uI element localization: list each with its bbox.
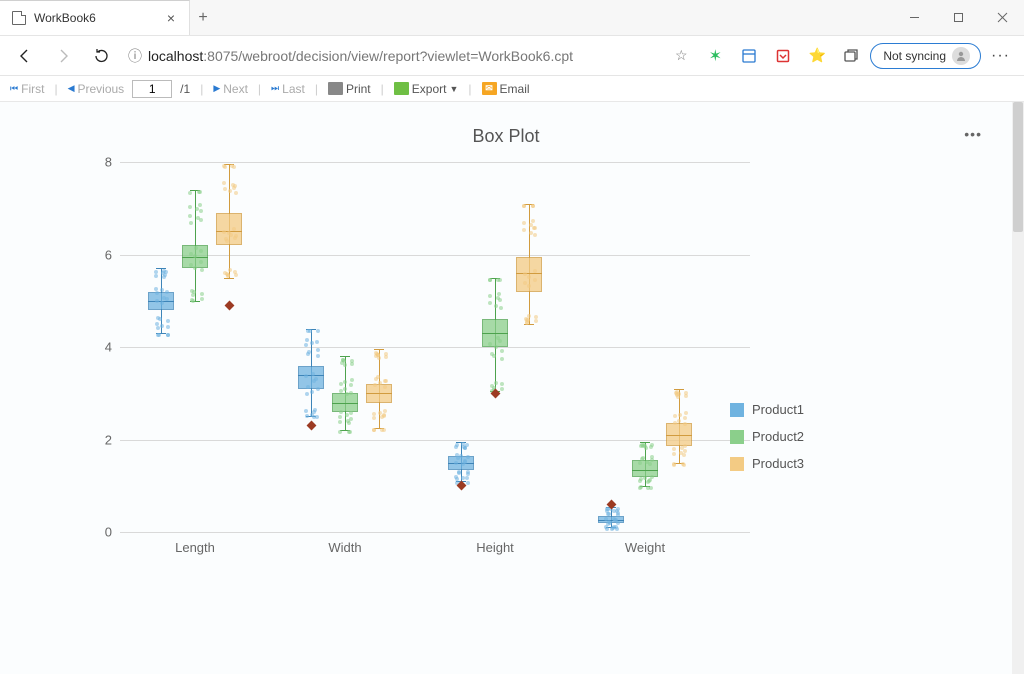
email-button[interactable]: ✉Email [478, 82, 534, 96]
box-Product3-Height[interactable] [516, 162, 542, 532]
window-controls [892, 0, 1024, 35]
previous-page-button[interactable]: ◀Previous [64, 82, 129, 96]
y-axis-tick: 2 [105, 432, 120, 447]
legend-label: Product3 [752, 456, 804, 471]
next-icon: ▶ [213, 83, 220, 94]
collections-icon[interactable] [836, 41, 866, 71]
box-Product2-Length[interactable] [182, 162, 208, 532]
box-Product2-Width[interactable] [332, 162, 358, 532]
chart-legend: Product1 Product2 Product3 [730, 402, 804, 471]
site-info-icon[interactable]: ⓘ [128, 46, 142, 66]
print-button[interactable]: Print [324, 82, 375, 96]
refresh-button[interactable] [84, 41, 118, 71]
profile-sync-button[interactable]: Not syncing [870, 43, 981, 69]
chart-menu-button[interactable]: ••• [964, 126, 982, 142]
legend-item-Product1[interactable]: Product1 [730, 402, 804, 417]
page-number-input[interactable] [132, 80, 172, 98]
prev-icon: ◀ [68, 83, 75, 94]
box-Product3-Width[interactable] [366, 162, 392, 532]
file-icon [12, 11, 26, 25]
legend-swatch [730, 430, 744, 444]
legend-label: Product1 [752, 402, 804, 417]
close-window-button[interactable] [980, 0, 1024, 35]
first-icon: ⏮ [10, 83, 18, 94]
outlier-point [306, 421, 316, 431]
legend-swatch [730, 403, 744, 417]
next-page-button[interactable]: ▶Next [209, 82, 252, 96]
chart-title: Box Plot [0, 102, 1012, 147]
box-Product2-Weight[interactable] [632, 162, 658, 532]
chevron-down-icon: ▼ [449, 84, 458, 94]
legend-label: Product2 [752, 429, 804, 444]
favorites-bar-icon[interactable]: ⭐ [802, 41, 832, 71]
y-axis-tick: 4 [105, 340, 120, 355]
tab-title: WorkBook6 [34, 11, 157, 25]
report-viewport: Box Plot ••• 02468LengthWidthHeightWeigh… [0, 102, 1012, 674]
box-Product2-Height[interactable] [482, 162, 508, 532]
scrollbar-thumb[interactable] [1013, 102, 1023, 232]
favorite-star-icon[interactable]: ☆ [666, 41, 696, 71]
back-button[interactable] [8, 41, 42, 71]
browser-tab[interactable]: WorkBook6 × [0, 0, 190, 35]
browser-titlebar: WorkBook6 × + [0, 0, 1024, 36]
pocket-icon[interactable] [768, 41, 798, 71]
browser-menu-button[interactable]: ··· [985, 47, 1016, 65]
legend-item-Product2[interactable]: Product2 [730, 429, 804, 444]
maximize-button[interactable] [936, 0, 980, 35]
vertical-scrollbar[interactable] [1012, 102, 1024, 674]
box-Product1-Height[interactable] [448, 162, 474, 532]
box-Product1-Length[interactable] [148, 162, 174, 532]
legend-item-Product3[interactable]: Product3 [730, 456, 804, 471]
chart-plot-area: 02468LengthWidthHeightWeight [120, 162, 720, 532]
avatar-icon [952, 47, 970, 65]
x-axis-tick: Height [476, 532, 514, 555]
box-Product3-Weight[interactable] [666, 162, 692, 532]
minimize-button[interactable] [892, 0, 936, 35]
new-tab-button[interactable]: + [190, 0, 216, 35]
x-axis-tick: Length [175, 532, 215, 555]
printer-icon [328, 82, 343, 95]
y-axis-tick: 0 [105, 525, 120, 540]
page-total: /1 [176, 82, 194, 96]
last-icon: ⏭ [271, 83, 279, 94]
outlier-point [224, 300, 234, 310]
x-axis-tick: Width [328, 532, 361, 555]
export-icon [394, 82, 409, 95]
report-toolbar: ⏮First | ◀Previous /1 | ▶Next | ⏭Last | … [0, 76, 1024, 102]
box-Product1-Width[interactable] [298, 162, 324, 532]
export-button[interactable]: Export ▼ [390, 82, 463, 96]
y-axis-tick: 6 [105, 247, 120, 262]
email-icon: ✉ [482, 82, 497, 95]
url-text: localhost:8075/webroot/decision/view/rep… [148, 48, 573, 64]
last-page-button[interactable]: ⏭Last [267, 82, 309, 96]
first-page-button[interactable]: ⏮First [6, 82, 48, 96]
y-axis-tick: 8 [105, 155, 120, 170]
box-Product1-Weight[interactable] [598, 162, 624, 532]
reader-icon[interactable] [734, 41, 764, 71]
sync-label: Not syncing [883, 49, 946, 63]
evernote-icon[interactable]: ✶ [700, 41, 730, 71]
legend-swatch [730, 457, 744, 471]
browser-addressbar: ⓘ localhost:8075/webroot/decision/view/r… [0, 36, 1024, 76]
x-axis-tick: Weight [625, 532, 665, 555]
close-tab-icon[interactable]: × [165, 10, 177, 26]
forward-button[interactable] [46, 41, 80, 71]
url-field[interactable]: ⓘ localhost:8075/webroot/decision/view/r… [122, 41, 662, 71]
box-Product3-Length[interactable] [216, 162, 242, 532]
